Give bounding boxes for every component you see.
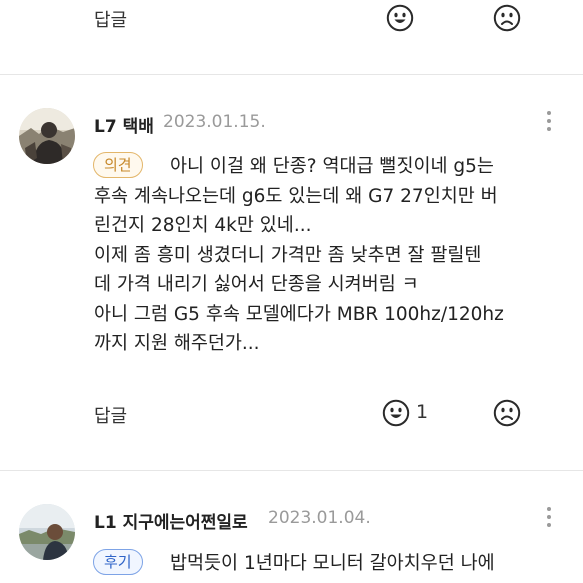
frown-face-icon (493, 399, 521, 427)
dislike-button[interactable] (493, 399, 521, 427)
smile-face-icon (382, 399, 410, 427)
category-badge-review: 후기 (93, 549, 143, 575)
user-photo-icon (19, 108, 75, 164)
reply-button-top[interactable]: 답글 (94, 6, 127, 32)
more-vertical-icon (546, 507, 552, 527)
frown-face-icon (493, 4, 521, 32)
divider (0, 470, 583, 471)
comment-date: 2023.01.04. (268, 508, 371, 528)
like-count: 1 (416, 401, 429, 423)
comment-text-line: 밥먹듯이 1년마다 모니터 갈아치우던 나에 (170, 553, 495, 574)
comment-date: 2023.01.15. (163, 112, 266, 132)
category-badge-opinion: 의견 (93, 152, 143, 178)
comment-author[interactable]: L7 택배 (94, 112, 154, 137)
comment-text-line: 아니 이걸 왜 단종? 역대급 뻘짓이네 g5는 (170, 156, 494, 177)
comment-text-line: 이제 좀 흥미 생겼더니 가격만 좀 낮추면 잘 팔릴텐 (94, 244, 482, 266)
comment-text-line: 데 가격 내리기 싫어서 단종을 시켜버림 ㅋ (94, 274, 419, 295)
like-button[interactable] (382, 399, 410, 427)
like-button-top[interactable] (386, 4, 414, 32)
comment-text-line: 까지 지원 해주던가... (94, 333, 260, 354)
comment-text-line: 후속 계속나오는데 g6도 있는데 왜 G7 27인치만 버 (94, 185, 498, 207)
divider (0, 74, 583, 75)
smile-face-icon (386, 4, 414, 32)
more-options-button[interactable] (546, 111, 552, 133)
avatar[interactable] (19, 504, 75, 560)
dislike-button-top[interactable] (493, 4, 521, 32)
comment-text-line: 린건지 28인치 4k만 있네... (94, 215, 312, 236)
reply-button[interactable]: 답글 (94, 402, 127, 428)
more-vertical-icon (546, 111, 552, 131)
user-photo-icon (19, 504, 75, 560)
more-options-button[interactable] (546, 507, 552, 529)
avatar[interactable] (19, 108, 75, 164)
comment-text-line: 아니 그럼 G5 후속 모델에다가 MBR 100hz/120hz (94, 303, 504, 325)
comment-author[interactable]: L1 지구에는어쩐일로 (94, 508, 248, 533)
